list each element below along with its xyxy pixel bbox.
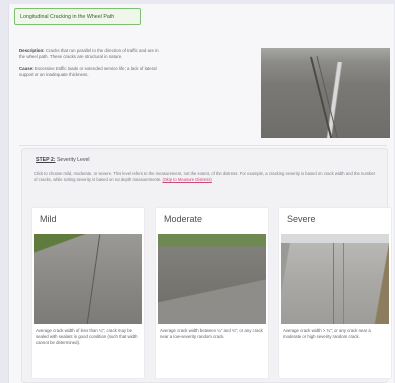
- step-number: STEP 2:: [36, 157, 56, 163]
- page: Longitudinal Cracking in the Wheel Path …: [8, 4, 394, 383]
- distress-hero-photo: [261, 48, 390, 138]
- severity-title: Severe: [287, 214, 316, 224]
- severity-caption: Average crack width > ¾"; or any crack n…: [283, 328, 371, 340]
- severity-photo-mild[interactable]: [34, 234, 142, 324]
- cause-label: Cause:: [19, 66, 34, 71]
- page-title: Longitudinal Cracking in the Wheel Path: [20, 14, 115, 20]
- skip-to-measure-link[interactable]: (Skip to Measure Distress): [162, 177, 211, 182]
- severity-option-moderate[interactable]: Moderate Average crack width between ¼" …: [155, 207, 269, 379]
- severity-step-card: STEP 2: Severity Level Click to choose m…: [21, 148, 392, 383]
- severity-photo-moderate[interactable]: [158, 234, 266, 324]
- severity-caption: Average crack width between ¼" and ¾"; o…: [160, 328, 263, 340]
- step-intro: Click to choose mild, moderate, or sever…: [34, 171, 376, 182]
- severity-caption: Average crack width of less than ¼"; cra…: [36, 328, 138, 346]
- description-block: Description: Cracks that run parallel to…: [19, 48, 165, 84]
- severity-title: Mild: [40, 214, 57, 224]
- severity-photo-severe[interactable]: [281, 234, 389, 324]
- severity-option-severe[interactable]: Severe Average crack width > ¾"; or any …: [278, 207, 392, 379]
- section-divider: [19, 145, 387, 146]
- page-title-tag: Longitudinal Cracking in the Wheel Path: [14, 8, 141, 25]
- description-label: Description:: [19, 48, 45, 53]
- step-heading: STEP 2: Severity Level: [36, 157, 90, 163]
- cause-paragraph: Cause: Excessive traffic loads or extend…: [19, 66, 165, 78]
- severity-option-mild[interactable]: Mild Average crack width of less than ¼"…: [31, 207, 145, 379]
- description-paragraph: Description: Cracks that run parallel to…: [19, 48, 165, 60]
- step-title: Severity Level: [56, 157, 90, 163]
- cause-text: Excessive traffic loads or extended serv…: [19, 66, 157, 77]
- severity-title: Moderate: [164, 214, 203, 224]
